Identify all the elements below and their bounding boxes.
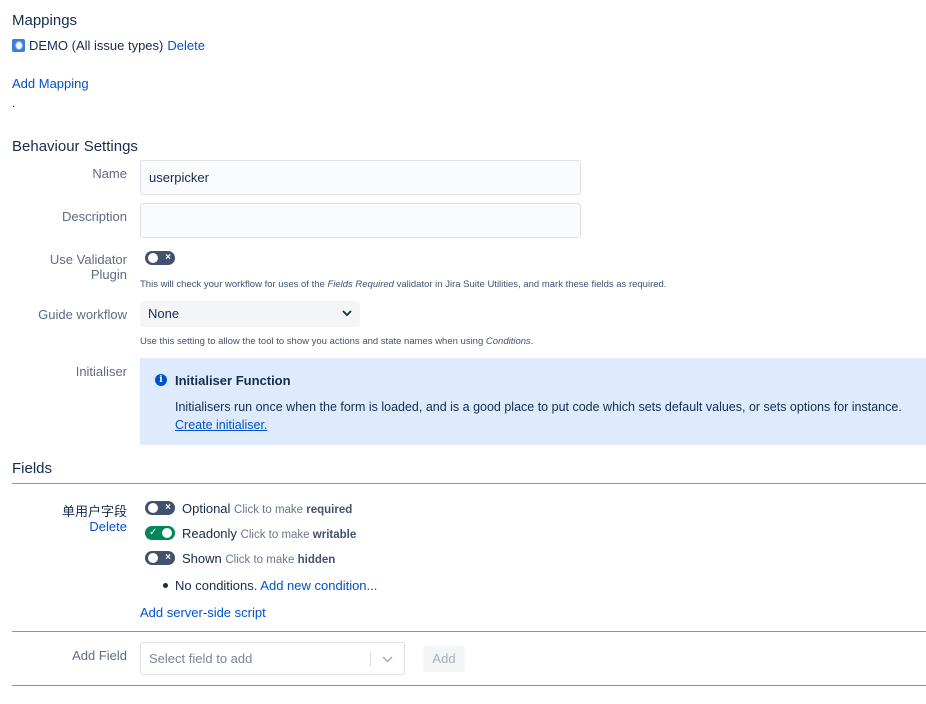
bottom-divider (12, 685, 926, 686)
optional-toggle[interactable]: × (145, 501, 175, 515)
behaviour-settings-heading: Behaviour Settings (12, 138, 138, 155)
toggle-off-x-icon: × (165, 502, 171, 513)
add-server-script-link[interactable]: Add server-side script (140, 605, 266, 620)
toggle-knob (148, 253, 158, 263)
validator-label: Use Validator Plugin (49, 252, 127, 282)
mappings-heading: Mappings (12, 12, 78, 29)
add-condition-link[interactable]: Add new condition... (260, 578, 377, 593)
validator-toggle[interactable]: × (145, 251, 175, 265)
add-field-select[interactable]: Select field to add (140, 642, 405, 675)
toggle-knob (148, 503, 158, 513)
info-icon: i (155, 374, 167, 386)
chevron-down-icon (342, 310, 352, 317)
select-separator (370, 651, 371, 667)
no-conditions-text: No conditions. (175, 578, 258, 593)
optional-state: Optional Click to make required (182, 500, 353, 516)
validator-help: This will check your workflow for uses o… (140, 279, 667, 290)
name-input[interactable]: userpicker (140, 160, 581, 195)
add-field-placeholder: Select field to add (149, 651, 253, 666)
initialiser-body: Initialisers run once when the form is l… (175, 400, 902, 414)
delete-field-link[interactable]: Delete (11, 519, 127, 534)
stray-dot: . (12, 98, 16, 110)
toggle-off-x-icon: × (165, 252, 171, 263)
toggle-knob (148, 553, 158, 563)
initialiser-title: Initialiser Function (175, 373, 291, 388)
create-initialiser-link[interactable]: Create initialiser. (175, 418, 267, 432)
add-field-label: Add Field (72, 648, 127, 663)
shown-state: Shown Click to make hidden (182, 550, 336, 566)
add-mapping-link[interactable]: Add Mapping (12, 76, 89, 91)
description-input[interactable] (140, 203, 581, 238)
conditions-list-item: No conditions. Add new condition... (163, 578, 377, 593)
delete-mapping-link[interactable]: Delete (167, 38, 205, 53)
flag-shown[interactable]: × Shown Click to make hidden (145, 550, 335, 566)
toggle-knob (162, 528, 172, 538)
add-field-button[interactable]: Add (423, 646, 465, 672)
name-label: Name (92, 166, 127, 181)
guide-workflow-label: Guide workflow (38, 307, 127, 322)
toggle-off-x-icon: × (165, 552, 171, 563)
initialiser-info-panel: i Initialiser Function Initialisers run … (140, 358, 926, 445)
project-avatar-icon (12, 39, 25, 52)
fields-heading: Fields (12, 460, 53, 477)
initialiser-label: Initialiser (75, 364, 127, 379)
mapping-project: DEMO (All issue types) (29, 38, 164, 53)
toggle-on-check-icon: ✓ (149, 527, 158, 538)
field-name: 单用户字段 (61, 504, 127, 519)
chevron-down-icon[interactable] (382, 654, 393, 664)
flag-optional[interactable]: × Optional Click to make required (145, 500, 352, 516)
bullet-icon (163, 583, 168, 589)
readonly-toggle[interactable]: ✓ (145, 526, 175, 540)
fields-divider (12, 483, 926, 484)
guide-workflow-value: None (148, 306, 180, 321)
guide-workflow-help: Use this setting to allow the tool to sh… (140, 336, 534, 347)
add-field-divider (12, 631, 926, 632)
description-label: Description (61, 209, 127, 224)
guide-workflow-select[interactable]: None (140, 301, 360, 327)
shown-toggle[interactable]: × (145, 551, 175, 565)
readonly-state: Readonly Click to make writable (182, 525, 357, 541)
mapping-row: DEMO (All issue types) Delete (12, 38, 205, 53)
flag-readonly[interactable]: ✓ Readonly Click to make writable (145, 525, 356, 541)
